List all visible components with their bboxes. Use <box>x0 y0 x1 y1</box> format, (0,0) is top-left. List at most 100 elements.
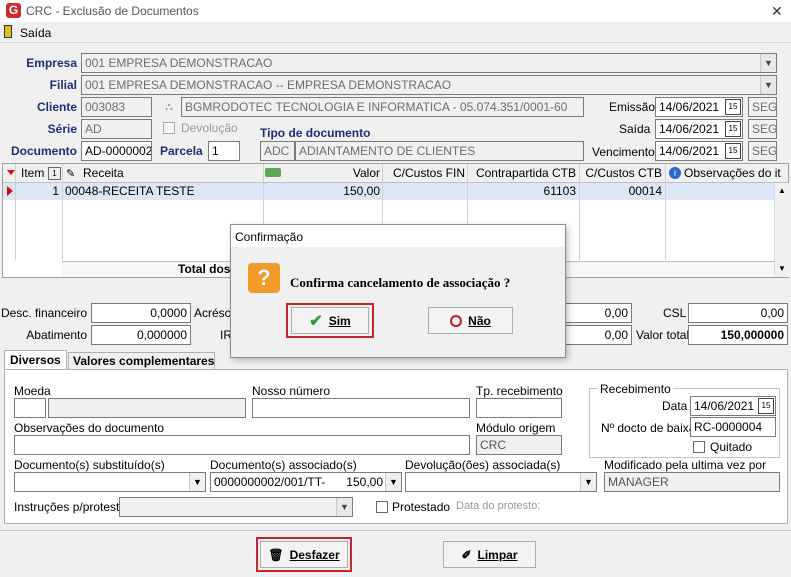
yes-highlight <box>286 303 374 338</box>
saida-day: SEG <box>748 119 777 139</box>
doc-substituido-select[interactable]: ▼ <box>14 472 206 492</box>
recebimento-group-label: Recebimento <box>598 382 673 396</box>
desfazer-highlight <box>256 537 352 572</box>
cell-contrapartida: 61103 <box>543 184 576 198</box>
moeda-label: Moeda <box>14 384 51 398</box>
modulo-origem-field: CRC <box>476 435 562 455</box>
moeda-name-field <box>48 398 246 418</box>
col-receita[interactable]: Receita <box>83 166 124 180</box>
window-title: CRC - Exclusão de Documentos <box>26 4 199 18</box>
calendar-icon[interactable]: 15 <box>725 121 741 137</box>
grid-line <box>62 164 63 260</box>
cell-item: 1 <box>52 184 59 198</box>
cliente-code-field[interactable]: 003083 <box>81 97 152 117</box>
cell-cc-ctb: 00014 <box>628 184 662 198</box>
row-indicator-icon <box>7 186 13 196</box>
vertical-scrollbar[interactable]: ▲ ▼ <box>774 183 789 277</box>
modulo-origem-label: Módulo origem <box>476 421 556 435</box>
calendar-icon[interactable]: 15 <box>725 99 741 115</box>
close-icon[interactable]: ✕ <box>771 3 783 20</box>
acresc-label: Acrésci <box>194 306 234 320</box>
grid-line <box>665 164 666 260</box>
saida-date[interactable]: 14/06/2021 15 <box>655 119 743 139</box>
csl-label: CSL <box>663 306 687 320</box>
chevron-down-icon[interactable]: ▼ <box>336 498 352 516</box>
no-button[interactable]: Não <box>428 307 513 334</box>
serie-field[interactable]: AD <box>81 119 152 139</box>
chevron-down-icon[interactable]: ▼ <box>760 76 776 94</box>
data-recebimento-date[interactable]: 14/06/2021 15 <box>690 396 776 416</box>
desc-fin-label: Desc. financeiro <box>0 306 87 320</box>
col-cc-ctb[interactable]: C/Custos CTB <box>581 166 662 180</box>
total-mid-field-2[interactable]: 0,00 <box>562 325 632 345</box>
doc-associado-value: 0000000002/001/TT- <box>214 475 326 489</box>
vencimento-label: Vencimento <box>592 145 655 159</box>
menu-exit[interactable]: Saída <box>20 26 51 40</box>
col-obs[interactable]: Observações do it <box>684 166 781 180</box>
scroll-up-icon[interactable]: ▲ <box>778 186 786 195</box>
sort-number-icon: 1 <box>48 167 61 180</box>
col-contrapartida[interactable]: Contrapartida CTB <box>469 166 576 180</box>
instrucoes-label: Instruções p/protesto <box>14 500 127 514</box>
doc-associado-select[interactable]: 0000000002/001/TT- 150,00 ▼ <box>210 472 402 492</box>
docto-baixa-field[interactable]: RC-0000004 <box>690 417 776 437</box>
cliente-label: Cliente <box>36 100 77 114</box>
dialog-message: Confirma cancelamento de associação ? <box>290 275 511 290</box>
protestado-checkbox[interactable] <box>376 501 388 513</box>
tp-recebimento-label: Tp. recebimento <box>476 384 563 398</box>
obs-documento-field[interactable] <box>14 435 470 455</box>
valor-total-label: Valor total <box>636 328 690 342</box>
nosso-numero-field[interactable] <box>252 398 470 418</box>
devolucao-associada-select[interactable]: ▼ <box>405 472 597 492</box>
serie-label: Série <box>47 122 77 136</box>
chevron-down-icon[interactable]: ▼ <box>760 54 776 72</box>
quitado-checkbox[interactable] <box>693 441 705 453</box>
devolucao-checkbox[interactable] <box>163 122 175 134</box>
saida-label: Saída <box>619 122 651 136</box>
documento-field[interactable]: AD-0000002 <box>81 141 152 161</box>
emissao-date-value: 14/06/2021 <box>659 100 720 114</box>
col-valor[interactable]: Valor <box>303 166 380 180</box>
abatimento-field[interactable]: 0,000000 <box>91 325 191 345</box>
chevron-down-icon[interactable]: ▼ <box>385 473 401 491</box>
documento-label: Documento <box>11 144 77 158</box>
desc-fin-field[interactable]: 0,0000 <box>91 303 191 323</box>
exit-icon <box>4 25 12 38</box>
filial-select[interactable]: 001 EMPRESA DEMONSTRACAO -- EMPRESA DEMO… <box>81 75 777 95</box>
empresa-label: Empresa <box>26 56 77 70</box>
no-entry-icon <box>450 314 463 327</box>
protestado-label: Protestado <box>392 500 451 514</box>
moeda-code-field[interactable] <box>14 398 46 418</box>
grid-total-label: Total dos <box>178 262 231 276</box>
limpar-button[interactable]: ✐ Limpar <box>443 541 536 568</box>
question-icon: ? <box>248 263 280 293</box>
tipo-documento-label: Tipo de documento <box>260 126 371 140</box>
total-mid-field-1[interactable]: 0,00 <box>562 303 632 323</box>
tipo-code-field[interactable]: ADC <box>260 141 295 161</box>
instrucoes-select[interactable]: ▼ <box>119 497 353 517</box>
calendar-icon[interactable]: 15 <box>758 398 774 414</box>
col-cc-fin[interactable]: C/Custos FIN <box>385 166 465 180</box>
col-item[interactable]: Item <box>21 166 44 180</box>
csl-field[interactable]: 0,00 <box>688 303 788 323</box>
modificado-label: Modificado pela ultima vez por <box>604 458 767 472</box>
chevron-down-icon[interactable]: ▼ <box>580 473 596 491</box>
filial-label: Filial <box>49 78 77 92</box>
tp-recebimento-field[interactable] <box>476 398 562 418</box>
app-logo-icon: G <box>6 3 21 18</box>
calendar-icon[interactable]: 15 <box>725 143 741 159</box>
parcela-field[interactable]: 1 <box>208 141 240 161</box>
chevron-down-icon[interactable]: ▼ <box>189 473 205 491</box>
vencimento-date-value: 14/06/2021 <box>659 144 720 158</box>
devolucao-associada-label: Devolução(ões) associada(s) <box>405 458 561 472</box>
docto-baixa-label: Nº docto de baixa <box>601 421 696 435</box>
doc-associado-amount: 150,00 <box>346 475 383 489</box>
broom-icon: ✐ <box>461 547 472 562</box>
vencimento-date[interactable]: 14/06/2021 15 <box>655 141 743 161</box>
binoculars-icon[interactable]: ⛬ <box>160 98 178 116</box>
grid-line <box>15 164 16 260</box>
scroll-down-icon[interactable]: ▼ <box>778 264 786 273</box>
empresa-select[interactable]: 001 EMPRESA DEMONSTRACAO ▼ <box>81 53 777 73</box>
emissao-date[interactable]: 14/06/2021 15 <box>655 97 743 117</box>
title-bar: G CRC - Exclusão de Documentos ✕ <box>0 0 791 22</box>
